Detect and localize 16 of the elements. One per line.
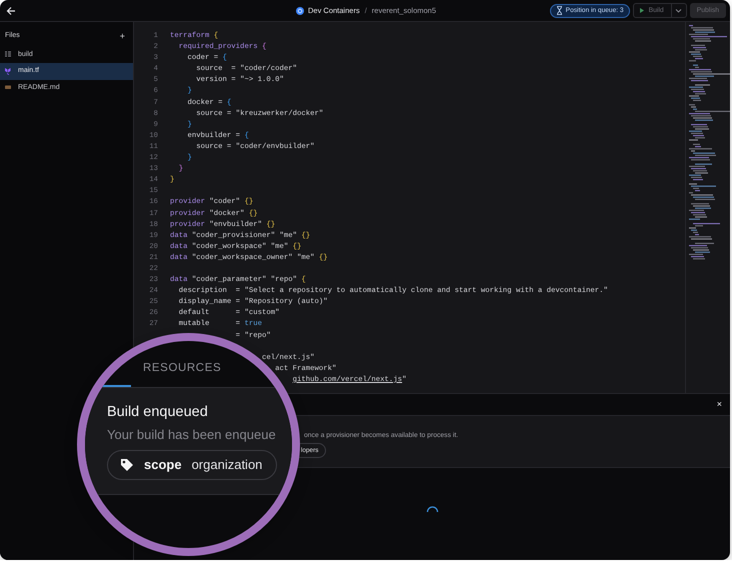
tag-key: scope: [144, 455, 182, 475]
close-button[interactable]: ×: [716, 400, 722, 409]
panel-tab[interactable]: RESOURCES: [143, 353, 222, 387]
tag-value: organization: [192, 456, 262, 474]
play-icon: [638, 7, 645, 14]
add-file-button[interactable]: +: [120, 32, 125, 41]
tag-icon: [120, 458, 134, 472]
file-icon: [5, 68, 11, 75]
back-arrow-icon[interactable]: [6, 6, 16, 16]
file-icon: [5, 51, 11, 58]
alert-title: Build enqueued: [107, 403, 209, 422]
caret-icon: [675, 8, 682, 13]
alert-message: Your build has been enqueue: [107, 426, 277, 444]
hourglass-icon: [556, 6, 563, 15]
template-icon: [296, 6, 304, 14]
dropdown-button[interactable]: [672, 3, 687, 18]
